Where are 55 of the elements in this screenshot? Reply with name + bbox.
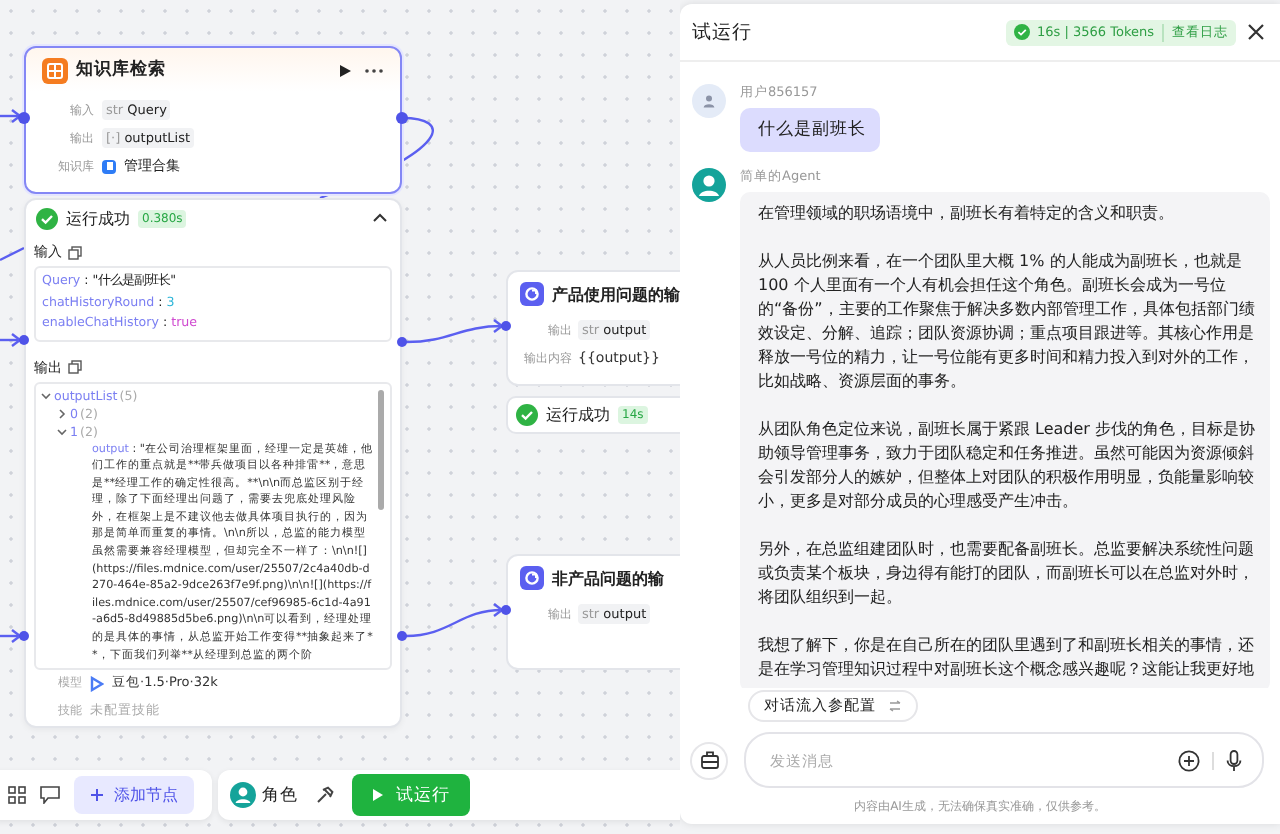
message-paragraph: 什么是副班长 <box>758 118 866 142</box>
run-status: 运行成功 <box>546 404 610 426</box>
run-status: 运行成功 <box>66 207 130 229</box>
check-circle-icon <box>1013 24 1030 40</box>
connector-line <box>405 319 504 344</box>
output-node-icon <box>520 282 544 306</box>
port-dot[interactable] <box>501 605 511 615</box>
model-logo-icon <box>90 675 104 691</box>
more-icon[interactable] <box>364 67 384 73</box>
port-dot[interactable] <box>19 631 29 641</box>
port-dot[interactable] <box>19 335 29 345</box>
connector-line <box>0 629 22 643</box>
grid-icon[interactable] <box>8 786 26 804</box>
port-dot[interactable] <box>396 112 408 124</box>
test-run-button[interactable]: 试运行 <box>352 774 470 816</box>
message-paragraph: 另外，在总监组建团队时，也需要配备副班长。总监要解决系统性问题或负责某个板块，身边得有能打的团队，而副班长可以在总监对外时，将团队组织到一起。 <box>758 538 1256 610</box>
copy-icon[interactable] <box>68 245 82 259</box>
play-icon[interactable] <box>338 63 352 77</box>
chevron-up-icon[interactable] <box>372 212 388 224</box>
role-button[interactable]: 角色 <box>230 782 298 808</box>
hammer-icon[interactable] <box>316 786 334 804</box>
panel-title: 试运行 <box>692 19 754 45</box>
scrollbar[interactable] <box>378 389 384 509</box>
close-icon[interactable] <box>1248 24 1264 40</box>
comment-icon[interactable] <box>40 786 60 804</box>
microphone-icon[interactable] <box>1226 749 1242 771</box>
output-node-icon <box>520 566 544 590</box>
user-avatar-icon <box>692 84 726 118</box>
play-icon <box>372 788 384 802</box>
briefcase-icon[interactable] <box>690 741 728 779</box>
message-paragraph: 在管理领域的职场语境中，副班长有着特定的含义和职责。 <box>758 202 1176 226</box>
connector-line <box>0 333 22 347</box>
connector-line <box>405 603 504 638</box>
message-paragraph: 从团队角色定位来说，副班长属于紧跟 Leader 步伐的角色，目标是协助领导管理事务，致力于团队稳定和任务推进。虽然可能因为资源倾斜会引发部分人的嫉妒，但整体上对团队的积极作用明显，负能量影响较小，更多是对部分成员的心理感受产生冲击。 <box>758 418 1256 514</box>
agent-avatar-icon <box>692 168 726 202</box>
chevron-down-icon[interactable] <box>56 426 68 438</box>
add-node-button[interactable]: 添加节点 <box>74 776 194 814</box>
message-paragraph: 我想了解下，你是在自己所在的团队里遇到了和副班长相关的事情，还是在学习管理知识过程中对副班长这个概念感兴趣呢？这能让我更好地 <box>758 634 1256 682</box>
message-paragraph: 从人员比例来看，在一个团队里大概 1% 的人能成为副班长，也就是 100 个人里面有一个人有机会担任这个角色。副班长会成为一号位的“备份”，主要的工作聚焦于解决多数内部管理工作，具体包括部门绩效设定、分解、追踪；团队资源协调；重点项目跟进等。其核心作用是释放一号位的精力，让一号位能有更多时间和精力投入到对外的工作，比如战略、资源层面的事务。 <box>758 250 1256 394</box>
port-dot[interactable] <box>397 631 407 641</box>
node-title: 知识库检索 <box>76 58 168 82</box>
plus-circle-icon[interactable] <box>1178 749 1200 771</box>
plus-icon <box>90 788 104 802</box>
port-dot[interactable] <box>397 337 407 347</box>
copy-icon[interactable] <box>68 360 82 374</box>
document-icon <box>102 159 116 173</box>
node-title: 非产品问题的输 <box>552 567 664 589</box>
chevron-down-icon[interactable] <box>40 390 52 402</box>
swap-icon <box>888 700 902 712</box>
port-dot[interactable] <box>501 321 511 331</box>
chevron-right-icon[interactable] <box>56 408 68 420</box>
connector-line <box>0 246 25 262</box>
connector-line <box>0 109 22 123</box>
node-title: 产品使用问题的输 <box>552 283 680 305</box>
port-dot[interactable] <box>18 112 30 124</box>
